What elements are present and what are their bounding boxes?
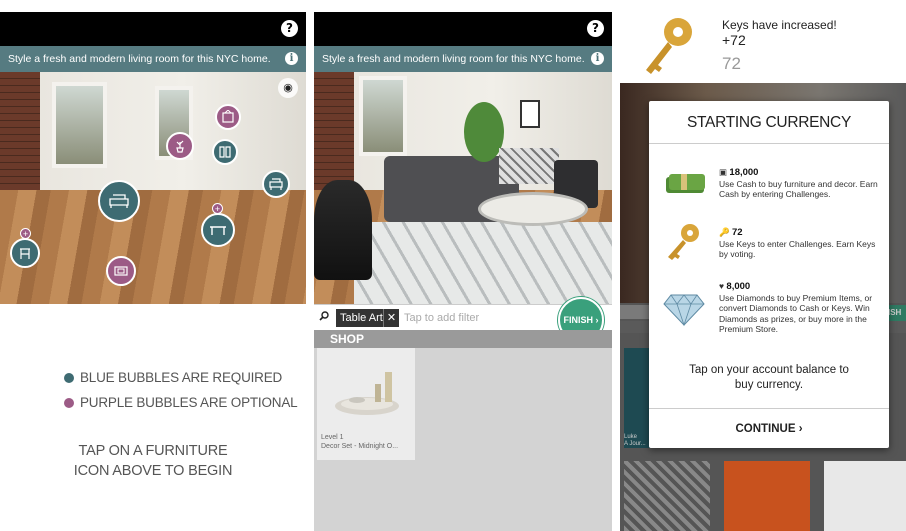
sofa-icon (109, 194, 129, 208)
modal-title: STARTING CURRENCY (649, 101, 889, 144)
keys-section: 🔑 72 Use Keys to enter Challenges. Earn … (719, 227, 879, 260)
panel-currency: Keys have increased! +72 72 Luke A Jour.… (620, 0, 906, 531)
challenge-banner[interactable]: Style a fresh and modern living room for… (0, 46, 306, 72)
plant (464, 102, 504, 162)
tile-white (824, 461, 906, 531)
cabinet (499, 148, 559, 184)
currency-modal: STARTING CURRENCY ▣ 18,000 Use Cash to b… (649, 101, 889, 448)
keys-amount: 72 (731, 227, 743, 238)
keys-amount-row: 🔑 72 (719, 227, 743, 238)
eye-icon[interactable]: ◉ (278, 78, 298, 98)
sofa-bubble[interactable] (98, 180, 140, 222)
room-scene: ◉ + + (0, 72, 306, 304)
help-icon[interactable]: ? (281, 20, 298, 37)
diamonds-section: ♥ 8,000 Use Diamonds to buy Premium Item… (719, 281, 879, 335)
shop-grid: Level 1 Decor Set - Midnight O... (314, 348, 612, 531)
room-wall (0, 72, 306, 197)
armchair-icon (269, 178, 283, 190)
plant-bubble[interactable] (166, 132, 194, 160)
tile-orange (724, 461, 810, 531)
diamond-icon (663, 294, 705, 327)
room-window (359, 76, 407, 156)
side-table-bubble[interactable] (10, 238, 40, 268)
cash-section: ▣ 18,000 Use Cash to buy furniture and d… (719, 167, 879, 200)
challenge-banner[interactable]: Style a fresh and modern living room for… (314, 46, 612, 72)
coffee-table (478, 192, 588, 226)
purple-dot (64, 398, 74, 408)
side-table (314, 180, 372, 280)
rug-icon (114, 266, 128, 276)
diamonds-description: Use Diamonds to buy Premium Items, or co… (719, 292, 873, 335)
legend-purple: PURPLE BUBBLES ARE OPTIONAL (64, 395, 304, 410)
help-icon[interactable]: ? (587, 20, 604, 37)
rug-bubble[interactable] (106, 256, 136, 286)
diamonds-amount: 8,000 (726, 281, 751, 292)
blue-dot (64, 373, 74, 383)
brick-wall (0, 72, 40, 197)
panel-room-tutorial: ? Style a fresh and modern living room f… (0, 0, 306, 531)
legend-purple-text: PURPLE BUBBLES ARE OPTIONAL (80, 395, 298, 410)
card-name: Decor Set - Midnight O... (321, 443, 399, 450)
wall-art-bubble[interactable] (215, 104, 241, 130)
shop-header: SHOP (314, 330, 612, 348)
bg-card-name: Luke (624, 434, 638, 440)
keys-value: 72 (722, 54, 741, 73)
keys-notification: Keys have increased! +72 72 (620, 0, 906, 83)
instruction-line-2: ICON ABOVE TO BEGIN (73, 463, 233, 479)
cash-description: Use Cash to buy furniture and decor. Ear… (719, 178, 878, 200)
key-icon (646, 18, 692, 74)
decor-set-image (335, 372, 399, 415)
cash-icon (666, 174, 705, 193)
wood-floor (0, 190, 306, 304)
room-scene (314, 72, 612, 304)
top-bar: ? (0, 12, 306, 46)
diamonds-amount-row: ♥ 8,000 (719, 281, 751, 292)
banner-text: Style a fresh and modern living room for… (322, 53, 585, 65)
info-icon[interactable]: i (285, 52, 298, 65)
side-table-icon (20, 248, 30, 259)
wall-art (520, 100, 540, 128)
bg-card-label: Luke A Jour... (624, 434, 646, 448)
product-card[interactable]: Level 1 Decor Set - Midnight O... (317, 348, 415, 460)
filter-input[interactable] (404, 309, 534, 327)
continue-button[interactable]: CONTINUE › (649, 408, 889, 448)
tap-balance-text: Tap on your account balance to buy curre… (689, 364, 849, 391)
key-icon (668, 224, 699, 260)
search-icon[interactable] (319, 310, 329, 324)
legend-blue: BLUE BUBBLES ARE REQUIRED (64, 370, 304, 385)
cash-amount-row: ▣ 18,000 (719, 167, 759, 178)
patterned-rug (354, 222, 612, 304)
tile-pattern (624, 461, 710, 531)
card-level: Level 1 (321, 434, 344, 441)
keys-description: Use Keys to enter Challenges. Earn Keys … (719, 238, 876, 260)
bookshelf-bubble[interactable] (212, 139, 238, 165)
close-icon[interactable]: ✕ (383, 309, 399, 327)
bookshelf-icon (219, 146, 231, 158)
cash-amount: 18,000 (729, 167, 759, 178)
brick-wall (314, 72, 354, 197)
legend-blue-text: BLUE BUBBLES ARE REQUIRED (80, 370, 283, 385)
coffee-table-bubble[interactable] (201, 213, 235, 247)
frame-icon (222, 110, 234, 123)
card-caption: Level 1 Decor Set - Midnight O... (321, 433, 398, 451)
info-icon[interactable]: i (591, 52, 604, 65)
instruction-text: TAP ON A FURNITURE ICON ABOVE TO BEGIN (0, 441, 306, 481)
chair-bubble[interactable] (262, 170, 290, 198)
keys-title: Keys have increased! (722, 18, 837, 32)
keys-plus: +72 (722, 32, 746, 48)
bg-card-sub: A Jour... (624, 441, 646, 447)
bg-finish: ISH › (888, 305, 906, 321)
banner-text: Style a fresh and modern living room for… (8, 53, 271, 65)
top-bar: ? (314, 12, 612, 46)
plant-icon (176, 140, 184, 153)
instruction-line-1: TAP ON A FURNITURE (78, 443, 228, 459)
panel-shop: ? Style a fresh and modern living room f… (314, 0, 612, 531)
table-icon (210, 226, 226, 235)
room-window (52, 82, 107, 168)
filter-chip[interactable]: Table Art (336, 309, 387, 327)
